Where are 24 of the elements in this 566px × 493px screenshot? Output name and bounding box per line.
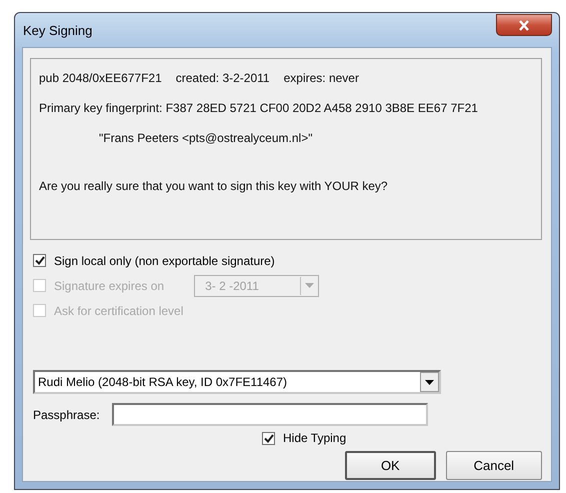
caret-icon bbox=[305, 283, 314, 288]
info-text: pub 2048/0xEE677F21 bbox=[39, 71, 162, 85]
info-text: Are you really sure that you want to sign this key with YOUR key? bbox=[39, 179, 389, 193]
info-text: created: 3-2-2011 bbox=[176, 71, 270, 85]
info-text: expires: never bbox=[284, 71, 359, 85]
option-label: Signature expires on bbox=[54, 278, 164, 292]
info-text: Primary key fingerprint: F387 28ED 5721 CF00 20D2 A458 2910 3B8E EE67 7F21 bbox=[39, 101, 479, 115]
option-label: Ask for certification level bbox=[54, 304, 184, 318]
key-select[interactable]: Rudi Melio (2048-bit RSA key, ID 0x7FE11467) bbox=[33, 370, 441, 394]
window-title: Key Signing bbox=[22, 22, 92, 38]
option-label: Sign local only (non exportable signature) bbox=[54, 254, 275, 268]
caret-icon bbox=[425, 380, 434, 384]
info-text: "Frans Peeters <pts@ostrealyceum.nl>" bbox=[98, 131, 314, 145]
passphrase-label: Passphrase: bbox=[33, 408, 100, 422]
option-label: Hide Typing bbox=[283, 431, 346, 445]
check-mark-icon bbox=[264, 434, 274, 442]
check-mark-icon bbox=[34, 256, 44, 265]
close-icon bbox=[518, 20, 530, 30]
close-button[interactable] bbox=[496, 14, 552, 36]
dialog-button[interactable]: Cancel bbox=[446, 451, 542, 480]
checkbox[interactable] bbox=[33, 254, 46, 267]
checkbox[interactable] bbox=[262, 432, 275, 444]
dialog-button[interactable]: OK bbox=[345, 451, 436, 480]
passphrase-field[interactable] bbox=[112, 403, 428, 426]
